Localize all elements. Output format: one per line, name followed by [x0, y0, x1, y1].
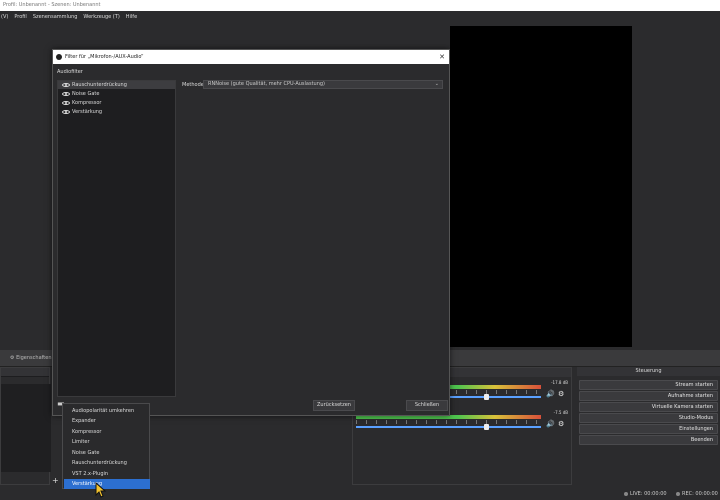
close-icon[interactable]: ✕ [439, 50, 445, 64]
app-icon [56, 54, 62, 60]
filter-item-label: Kompressor [72, 100, 102, 106]
speaker-icon[interactable]: 🔊 [546, 420, 555, 428]
gear-icon: ⚙ [10, 355, 15, 361]
add-filter-menu: Audiopolarität umkehren Expander Kompres… [62, 403, 150, 489]
rec-time: REC: 00:00:00 [682, 491, 718, 497]
eye-icon[interactable] [62, 110, 70, 114]
menu-bar: (V) Profil Szenensammlung Werkzeuge (T) … [0, 11, 720, 23]
filter-item-noise-gate[interactable]: Noise Gate [58, 90, 175, 98]
controls-panel: Steuerung Stream starten Aufnahme starte… [577, 367, 720, 485]
menu-item-noise-gate[interactable]: Noise Gate [64, 448, 150, 458]
filters-dialog: Filter für „Mikrofon-/AUX-Audio“ ✕ Audio… [52, 49, 450, 416]
filter-item-label: Verstärkung [72, 109, 103, 115]
start-stream-button[interactable]: Stream starten [579, 380, 718, 390]
speaker-icon[interactable]: 🔊 [546, 390, 555, 398]
menu-profile[interactable]: Profil [14, 11, 26, 23]
gear-icon[interactable]: ⚙ [558, 390, 564, 398]
properties-button-label: Eigenschaften [16, 355, 52, 361]
menu-item-expander[interactable]: Expander [64, 416, 150, 426]
menu-item-vst-plugin[interactable]: VST 2.x-Plugin [64, 469, 150, 479]
add-icon[interactable]: + [52, 476, 59, 485]
filter-item-label: Noise Gate [72, 91, 100, 97]
program-preview [450, 26, 632, 347]
filter-item-compressor[interactable]: Kompressor [58, 99, 175, 107]
filter-item-label: Rauschunterdrückung [72, 82, 127, 88]
menu-item-invert-polarity[interactable]: Audiopolarität umkehren [64, 406, 150, 416]
menu-view[interactable]: (V) [1, 11, 8, 23]
properties-button[interactable]: ⚙ Eigenschaften [10, 352, 52, 364]
menu-item-compressor[interactable]: Kompressor [64, 427, 150, 437]
studio-mode-button[interactable]: Studio-Modus [579, 413, 718, 423]
eye-icon[interactable] [62, 101, 70, 105]
controls-title: Steuerung [577, 367, 720, 376]
menu-help[interactable]: Hilfe [126, 11, 137, 23]
audio-filters-list[interactable]: Rauschunterdrückung Noise Gate Kompresso… [57, 80, 176, 397]
settings-button[interactable]: Einstellungen [579, 424, 718, 434]
channel-db-label: -7.5 dB [553, 410, 568, 415]
close-button[interactable]: Schließen [406, 400, 448, 411]
scenes-list[interactable] [1, 384, 51, 472]
chevron-down-icon: ⌄ [434, 81, 439, 87]
meter-ticks [356, 420, 541, 424]
menu-item-limiter[interactable]: Limiter [64, 437, 150, 447]
exit-button[interactable]: Beenden [579, 435, 718, 445]
rec-status: REC: 00:00:00 [676, 488, 718, 500]
channel-db-label: -17.8 dB [551, 380, 568, 385]
eye-icon[interactable] [62, 92, 70, 96]
live-indicator-icon [624, 491, 628, 496]
method-label: Methode [182, 82, 204, 88]
virtual-camera-button[interactable]: Virtuelle Kamera starten [579, 402, 718, 412]
dialog-titlebar[interactable]: Filter für „Mikrofon-/AUX-Audio“ ✕ [53, 50, 449, 64]
pointer-cursor-icon [95, 482, 107, 498]
defaults-button[interactable]: Zurücksetzen [313, 400, 355, 411]
live-status: LIVE: 00:00:00 [624, 488, 667, 500]
menu-scene-collection[interactable]: Szenensammlung [33, 11, 78, 23]
filter-item-gain[interactable]: Verstärkung [58, 108, 175, 116]
rec-indicator-icon [676, 491, 680, 496]
method-select-value: RNNoise (gute Qualität, mehr CPU-Auslast… [208, 81, 325, 87]
scenes-panel [0, 367, 51, 485]
audio-filters-label: Audiofilter [57, 69, 83, 75]
menu-tools[interactable]: Werkzeuge (T) [83, 11, 119, 23]
volume-slider[interactable] [356, 424, 541, 430]
volume-slider-handle[interactable] [484, 394, 489, 400]
filter-item-noise-suppression[interactable]: Rauschunterdrückung [58, 81, 175, 89]
dialog-title: Filter für „Mikrofon-/AUX-Audio“ [65, 54, 144, 60]
start-recording-button[interactable]: Aufnahme starten [579, 391, 718, 401]
window-title: Profil: Unbenannt - Szenen: Unbenannt [0, 0, 720, 11]
scenes-header [1, 368, 49, 377]
method-select[interactable]: RNNoise (gute Qualität, mehr CPU-Auslast… [203, 80, 443, 89]
eye-icon[interactable] [62, 83, 70, 87]
menu-item-noise-suppression[interactable]: Rauschunterdrückung [64, 458, 150, 468]
gear-icon[interactable]: ⚙ [558, 420, 564, 428]
live-time: LIVE: 00:00:00 [630, 491, 667, 497]
volume-slider-handle[interactable] [484, 424, 489, 430]
